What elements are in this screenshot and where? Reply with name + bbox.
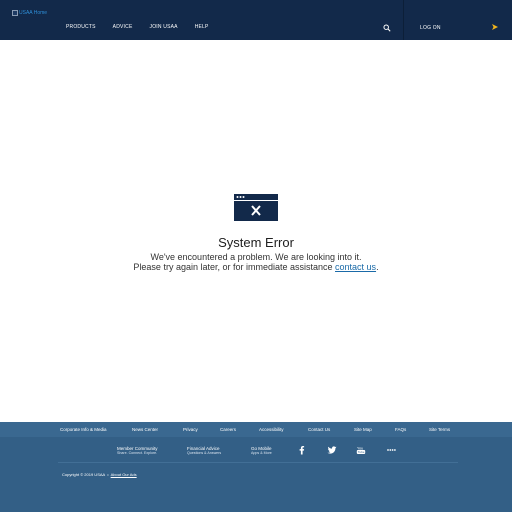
error-instructions: Please try again later, or for immediate… <box>0 262 512 272</box>
nav-products[interactable]: PRODUCTS <box>66 24 96 30</box>
facebook-icon[interactable] <box>297 445 307 455</box>
error-title: System Error <box>218 235 294 250</box>
usaa-home-logo[interactable]: USAA Home <box>12 10 47 16</box>
error-instructions-end: . <box>376 262 379 272</box>
nav-join-usaa[interactable]: JOIN USAA <box>150 24 178 30</box>
twitter-icon[interactable] <box>327 445 337 455</box>
footer-link-news-center[interactable]: News Center <box>132 427 158 432</box>
search-icon[interactable] <box>383 24 391 32</box>
more-icon[interactable] <box>386 445 396 455</box>
main-nav: PRODUCTS ADVICE JOIN USAA HELP <box>66 24 226 30</box>
financial-advice-subtitle: Questions & Answers <box>187 451 222 455</box>
financial-advice-link[interactable]: Financial Advice Questions & Answers <box>187 446 221 455</box>
nav-advice[interactable]: ADVICE <box>113 24 133 30</box>
footer-link-corporate-info[interactable]: Corporate Info & Media <box>60 427 107 432</box>
chevron-right-icon[interactable] <box>492 24 498 30</box>
footer-link-careers[interactable]: Careers <box>220 427 236 432</box>
footer-link-accessibility[interactable]: Accessibility <box>259 427 284 432</box>
footer-link-faqs[interactable]: FAQs <box>395 427 406 432</box>
bullet-separator: • <box>106 472 110 477</box>
go-mobile-subtitle: Apps & More <box>251 451 272 455</box>
header-divider <box>403 0 404 40</box>
copyright-line: Copyright © 2019 USAA • About Our Ads <box>62 472 137 477</box>
footer-link-site-terms[interactable]: Site Terms <box>429 427 450 432</box>
broken-image-icon <box>12 10 18 16</box>
browser-error-icon <box>234 194 278 221</box>
footer-link-contact-us[interactable]: Contact Us <box>308 427 330 432</box>
footer-links-bar: Corporate Info & Media News Center Priva… <box>0 422 512 437</box>
svg-text:Tube: Tube <box>358 450 365 454</box>
go-mobile-link[interactable]: Go Mobile Apps & More <box>251 446 272 455</box>
footer-divider <box>58 462 458 463</box>
error-message: We've encountered a problem. We are look… <box>150 252 362 262</box>
site-footer: Corporate Info & Media News Center Priva… <box>0 422 512 512</box>
site-header: USAA Home PRODUCTS ADVICE JOIN USAA HELP… <box>0 0 512 40</box>
log-on-button[interactable]: LOG ON <box>420 25 441 31</box>
member-community-subtitle: Share. Connect. Explore. <box>117 451 158 455</box>
about-our-ads-link[interactable]: About Our Ads <box>111 472 137 477</box>
footer-link-site-map[interactable]: Site Map <box>354 427 372 432</box>
footer-link-privacy[interactable]: Privacy <box>183 427 198 432</box>
logo-alt-text: USAA Home <box>19 10 48 16</box>
nav-help[interactable]: HELP <box>195 24 209 30</box>
member-community-link[interactable]: Member Community Share. Connect. Explore… <box>117 446 158 455</box>
youtube-icon[interactable]: You Tube <box>356 445 366 455</box>
copyright-text: Copyright © 2019 USAA <box>62 472 105 477</box>
error-instructions-text: Please try again later, or for immediate… <box>133 262 336 272</box>
contact-us-link[interactable]: contact us <box>335 262 376 272</box>
